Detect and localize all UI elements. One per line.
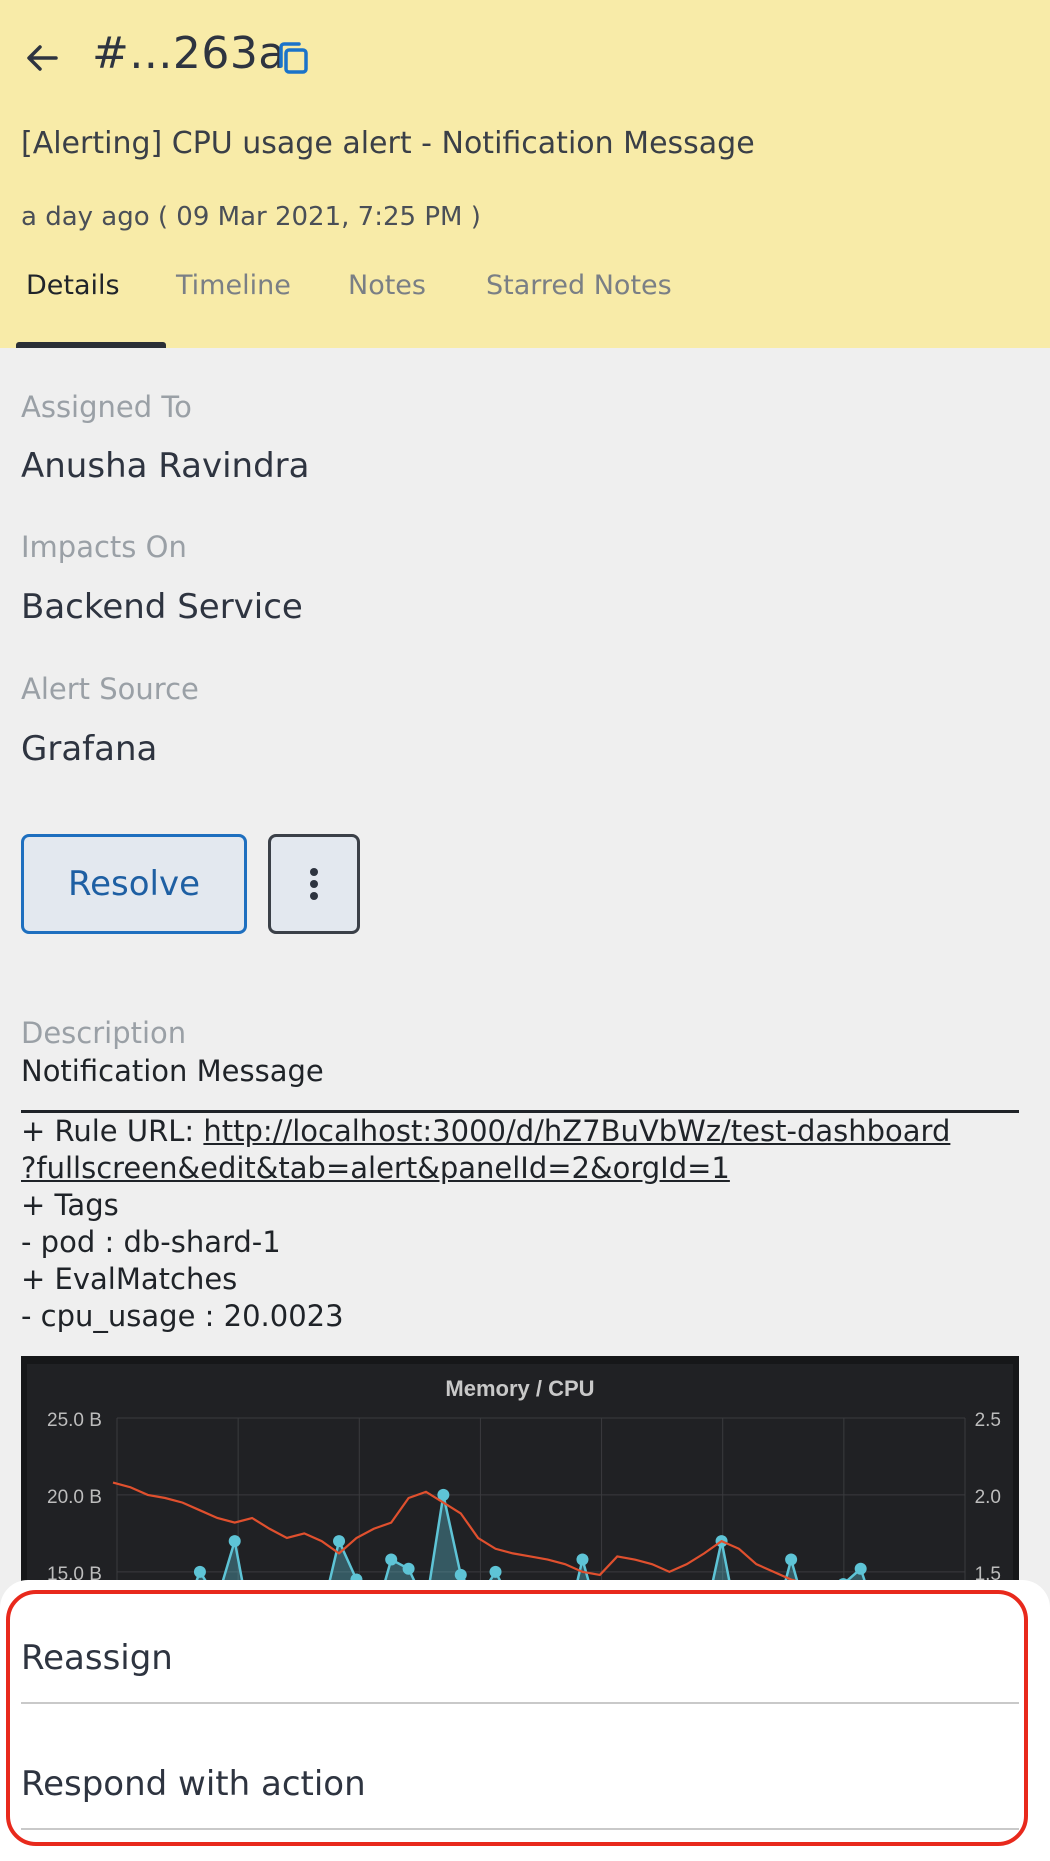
alert-source-label: Alert Source [21,672,199,706]
alert-chart-image: Memory / CPU 25.0 B 2.5 20.0 B 2.0 15.0 B 1.5 [21,1356,1019,1596]
respond-with-action-option[interactable]: Respond with action [21,1764,366,1804]
y-right-tick: 2.0 [975,1487,1001,1508]
rule-url-line-2: ?fullscreen&edit&tab=alert&panelId=2&org… [21,1151,730,1185]
reassign-option[interactable]: Reassign [21,1638,173,1678]
rule-url-link-part1[interactable]: http://localhost:3000/d/hZ7BuVbWz/test-d… [203,1114,950,1148]
cpu-usage-line: - cpu_usage : 20.0023 [21,1299,344,1333]
memory-cpu-chart: Memory / CPU25.0 B 2.520.0 B 2.015.0 B 1.5 [27,1364,1013,1596]
pod-tag-line: - pod : db-shard-1 [21,1225,281,1259]
memory-point [333,1535,346,1548]
tab-starred-notes[interactable]: Starred Notes [486,270,672,301]
incident-id: #...263a [92,28,286,79]
memory-point [402,1562,415,1575]
y-right-tick: 2.5 [975,1410,1001,1431]
incident-title: [Alerting] CPU usage alert - Notificatio… [21,126,755,161]
incident-time: a day ago ( 09 Mar 2021, 7:25 PM ) [21,202,481,232]
alert-source-value: Grafana [21,729,158,769]
impacts-on-value: Backend Service [21,587,303,627]
action-bottom-sheet: Reassign Respond with action [0,1580,1050,1861]
memory-point [854,1562,867,1575]
more-actions-button[interactable] [268,834,360,934]
y-left-tick: 25.0 B [47,1410,102,1431]
arrow-left-icon [27,45,58,71]
sheet-divider [21,1702,1019,1704]
tab-timeline[interactable]: Timeline [176,270,291,301]
resolve-button[interactable]: Resolve [21,834,247,934]
tab-details[interactable]: Details [26,270,120,301]
description-divider [21,1110,1019,1113]
more-vertical-icon [310,868,318,900]
description-heading: Notification Message [21,1054,324,1088]
back-button[interactable] [20,36,64,80]
tab-notes[interactable]: Notes [348,270,426,301]
assigned-to-label: Assigned To [21,390,192,424]
memory-point [576,1553,589,1566]
evalmatches-line: + EvalMatches [21,1262,238,1296]
copy-icon [279,42,308,74]
memory-point [228,1535,241,1548]
description-label: Description [21,1016,187,1050]
resolve-button-label: Resolve [67,864,200,904]
tab-bar: Details Timeline Notes Starred Notes [0,262,1050,348]
memory-point [193,1565,206,1578]
memory-point [489,1565,502,1578]
rule-url-line: + Rule URL: http://localhost:3000/d/hZ7B… [21,1114,950,1148]
active-tab-indicator [16,342,166,348]
copy-id-button[interactable] [272,36,316,80]
sheet-divider [21,1828,1019,1830]
rule-url-prefix: + Rule URL: [21,1114,204,1148]
tags-line: + Tags [21,1188,119,1222]
memory-point [385,1553,398,1566]
y-left-tick: 20.0 B [47,1487,102,1508]
assigned-to-value: Anusha Ravindra [21,446,310,486]
memory-point [785,1553,798,1566]
impacts-on-label: Impacts On [21,530,187,564]
incident-header: #...263a [Alerting] CPU usage alert - No… [0,0,1050,348]
chart-title: Memory / CPU [445,1376,594,1401]
rule-url-link-part2[interactable]: ?fullscreen&edit&tab=alert&panelId=2&org… [21,1151,730,1185]
